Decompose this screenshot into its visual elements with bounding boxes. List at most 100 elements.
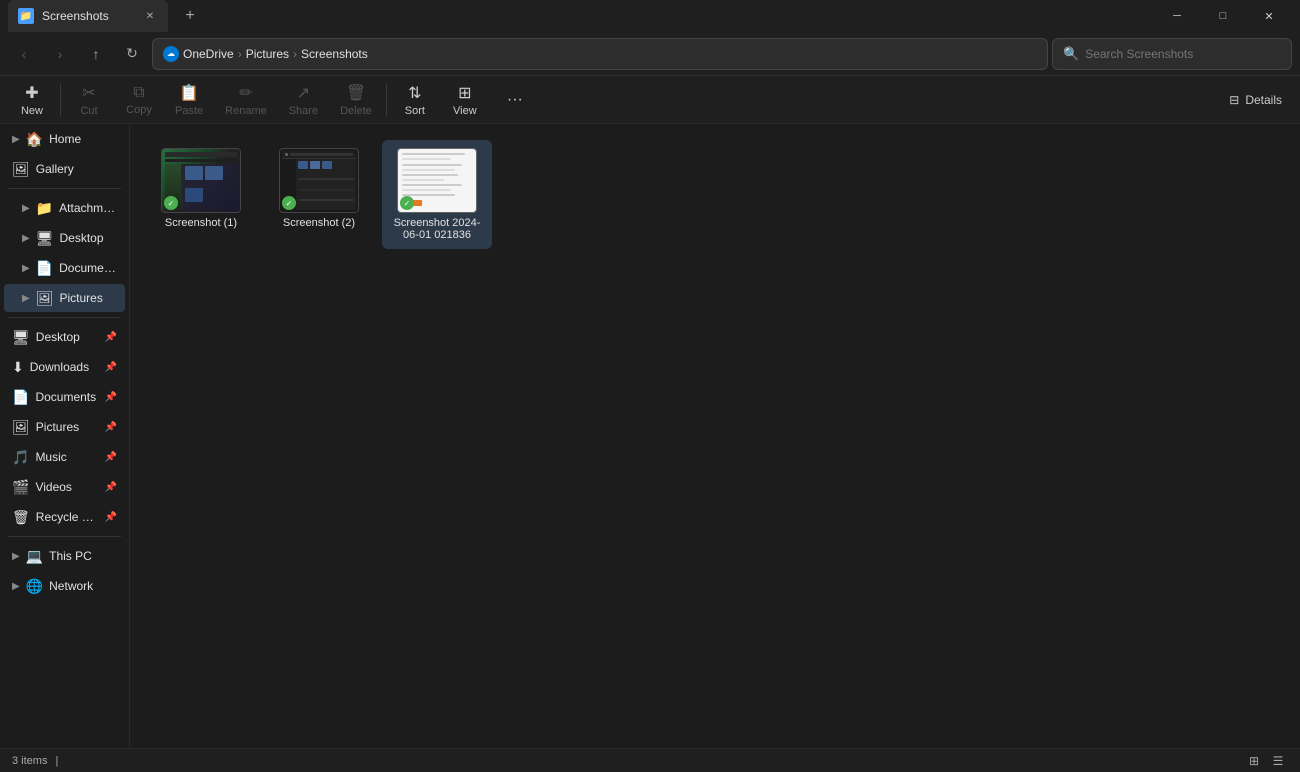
share-button[interactable]: ↗ Share	[279, 78, 328, 122]
sidebar-item-attachments[interactable]: ▶ 📁 Attachments	[4, 194, 125, 222]
forward-button[interactable]: ›	[44, 38, 76, 70]
view-label: View	[453, 105, 477, 117]
sidebar-item-videos[interactable]: 🎬 Videos 📌	[4, 473, 125, 501]
pin-icon-docs: 📌	[105, 392, 117, 403]
status-grid-view-button[interactable]: ⊞	[1244, 751, 1264, 771]
minimize-button[interactable]: ─	[1154, 0, 1200, 32]
sort-icon: ⇅	[408, 83, 421, 103]
view-icon: ⊞	[458, 83, 471, 103]
delete-button[interactable]: 🗑 Delete	[330, 78, 382, 122]
sidebar-item-downloads[interactable]: ⬇ Downloads 📌	[4, 353, 125, 381]
sidebar-network-label: Network	[49, 579, 117, 593]
tab-close-button[interactable]: ✕	[142, 8, 158, 24]
maximize-button[interactable]: □	[1200, 0, 1246, 32]
toolbar-separator-2	[386, 84, 387, 116]
details-label: Details	[1245, 93, 1282, 107]
breadcrumb-pictures-label: Pictures	[246, 47, 289, 61]
paste-icon: 📋	[179, 83, 199, 103]
recycle-icon: 🗑	[12, 509, 30, 526]
sidebar-item-desktop[interactable]: ▶ 🖥 Desktop	[4, 224, 125, 252]
home-icon: 🏠	[26, 131, 43, 148]
more-button[interactable]: ···	[491, 78, 539, 122]
active-tab[interactable]: 📁 Screenshots ✕	[8, 0, 168, 32]
expand-icon-docs: ▶	[22, 263, 30, 274]
sidebar-item-home[interactable]: ▶ 🏠 Home	[4, 125, 125, 153]
sidebar-gallery-label: Gallery	[36, 162, 117, 176]
sidebar-item-pictures-pin[interactable]: 🖼 Pictures 📌	[4, 413, 125, 441]
pictures-icon: 🖼	[36, 290, 54, 307]
paste-button[interactable]: 📋 Paste	[165, 78, 213, 122]
details-icon: ⊟	[1229, 93, 1239, 107]
sidebar-item-recycle[interactable]: 🗑 Recycle Bin 📌	[4, 503, 125, 531]
pin-icon-videos: 📌	[105, 482, 117, 493]
file-item-screenshot1[interactable]: ✓ Screenshot (1)	[146, 140, 256, 249]
new-icon: ✚	[25, 83, 38, 103]
share-icon: ↗	[297, 83, 310, 103]
expand-icon-network: ▶	[12, 581, 20, 592]
sidebar-divider-2	[8, 317, 121, 318]
rename-button[interactable]: ✏ Rename	[215, 78, 277, 122]
sidebar-item-pictures[interactable]: ▶ 🖼 Pictures	[4, 284, 125, 312]
breadcrumb[interactable]: ☁ OneDrive › Pictures › Screenshots	[152, 38, 1048, 70]
pictures-pin-icon: 🖼	[12, 419, 30, 436]
sidebar-divider-1	[8, 188, 121, 189]
new-tab-button[interactable]: +	[176, 2, 204, 30]
title-bar: 📁 Screenshots ✕ + ─ □ ✕	[0, 0, 1300, 32]
search-input[interactable]	[1085, 47, 1281, 61]
desktop-pin-icon: 🖥	[12, 329, 30, 346]
new-label: New	[21, 105, 43, 117]
expand-icon-thispc: ▶	[12, 551, 20, 562]
details-button[interactable]: ⊟ Details	[1219, 84, 1292, 116]
sidebar-pictures-pin-label: Pictures	[36, 420, 99, 434]
attachments-icon: 📁	[36, 200, 53, 217]
sidebar-home-label: Home	[49, 132, 117, 146]
sidebar-documents-pin-label: Documents	[35, 390, 98, 404]
file-item-screenshot2[interactable]: ✓ Screenshot (2)	[264, 140, 374, 249]
new-button[interactable]: ✚ New	[8, 78, 56, 122]
file-area: ✓ Screenshot (1)	[130, 124, 1300, 748]
copy-button[interactable]: ⧉ Copy	[115, 78, 163, 122]
status-list-view-button[interactable]: ☰	[1268, 751, 1288, 771]
file-check-1: ✓	[164, 196, 178, 210]
pin-icon-pictures: 📌	[105, 422, 117, 433]
status-bar: 3 items | ⊞ ☰	[0, 748, 1300, 772]
sidebar-downloads-label: Downloads	[30, 360, 99, 374]
sidebar-item-documents[interactable]: ▶ 📄 Documents	[4, 254, 125, 282]
sidebar-item-documents-pin[interactable]: 📄 Documents 📌	[4, 383, 125, 411]
sidebar-item-thispc[interactable]: ▶ 💻 This PC	[4, 542, 125, 570]
file-thumb-1: ✓	[161, 148, 241, 213]
pin-icon-recycle: 📌	[105, 512, 117, 523]
search-box[interactable]: 🔍	[1052, 38, 1292, 70]
breadcrumb-sep-2: ›	[293, 47, 297, 61]
close-button[interactable]: ✕	[1246, 0, 1292, 32]
more-icon: ···	[507, 91, 523, 109]
file-name-3: Screenshot 2024-06-01 021836	[390, 217, 484, 241]
view-button[interactable]: ⊞ View	[441, 78, 489, 122]
breadcrumb-onedrive-label: OneDrive	[183, 47, 234, 61]
breadcrumb-onedrive[interactable]: ☁ OneDrive	[163, 46, 234, 62]
gallery-icon: 🖼	[12, 161, 30, 178]
thispc-icon: 💻	[26, 548, 43, 565]
cut-button[interactable]: ✂ Cut	[65, 78, 113, 122]
copy-icon: ⧉	[133, 84, 144, 102]
sidebar-item-music[interactable]: 🎵 Music 📌	[4, 443, 125, 471]
sort-button[interactable]: ⇅ Sort	[391, 78, 439, 122]
breadcrumb-pictures[interactable]: Pictures	[246, 47, 289, 61]
tab-folder-icon: 📁	[18, 8, 34, 24]
sidebar-videos-label: Videos	[35, 480, 98, 494]
breadcrumb-screenshots[interactable]: Screenshots	[301, 47, 368, 61]
sidebar-item-gallery[interactable]: 🖼 Gallery	[4, 155, 125, 183]
music-icon: 🎵	[12, 449, 29, 466]
sidebar-item-network[interactable]: ▶ 🌐 Network	[4, 572, 125, 600]
pin-icon-downloads: 📌	[105, 362, 117, 373]
up-button[interactable]: ↑	[80, 38, 112, 70]
file-item-screenshot3[interactable]: ✓ Screenshot 2024-06-01 021836	[382, 140, 492, 249]
refresh-button[interactable]: ↻	[116, 38, 148, 70]
file-thumb-2: ✓	[279, 148, 359, 213]
sidebar-thispc-label: This PC	[49, 549, 117, 563]
pin-icon-desktop: 📌	[105, 332, 117, 343]
expand-icon-pics: ▶	[22, 293, 30, 304]
videos-icon: 🎬	[12, 479, 29, 496]
back-button[interactable]: ‹	[8, 38, 40, 70]
sidebar-item-desktop-pin[interactable]: 🖥 Desktop 📌	[4, 323, 125, 351]
